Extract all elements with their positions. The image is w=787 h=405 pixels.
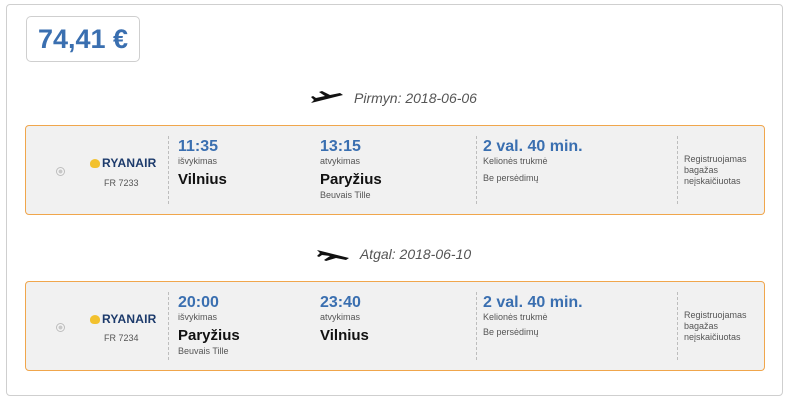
divider — [476, 292, 477, 360]
stops-info: Be persėdimų — [483, 173, 539, 183]
departure-city: Vilnius — [178, 171, 227, 188]
divider — [476, 136, 477, 204]
airline-name: RYANAIR — [102, 312, 157, 326]
inbound-flight-row[interactable]: RYANAIR FR 7234 20:00 išvykimas Paryžius… — [25, 281, 765, 371]
inbound-header: Atgal: 2018-06-10 — [0, 246, 787, 262]
departure-time: 20:00 — [178, 294, 219, 311]
inbound-header-label: Atgal: 2018-06-10 — [359, 246, 472, 262]
arrival-airport: Beuvais Tille — [320, 190, 371, 200]
divider — [168, 136, 169, 204]
departure-label: išvykimas — [178, 156, 218, 166]
price-box: 74,41 € — [26, 16, 140, 62]
baggage-note: Registruojamas bagažas neįskaičiuotas — [684, 310, 747, 342]
outbound-select-radio[interactable] — [56, 167, 65, 176]
plane-arrival-icon — [316, 250, 349, 261]
divider — [677, 136, 678, 204]
departure-label: išvykimas — [178, 312, 218, 322]
ryanair-harp-icon — [90, 158, 100, 168]
duration-label: Kelionės trukmė — [483, 312, 548, 322]
arrival-time: 23:40 — [320, 294, 361, 311]
flight-number: FR 7233 — [104, 178, 139, 188]
duration: 2 val. 40 min. — [483, 138, 583, 155]
arrival-label: atvykimas — [320, 312, 361, 322]
arrival-label: atvykimas — [320, 156, 361, 166]
ryanair-harp-icon — [90, 314, 100, 324]
departure-time: 11:35 — [178, 138, 219, 155]
baggage-note: Registruojamas bagažas neįskaičiuotas — [684, 154, 747, 186]
duration-label: Kelionės trukmė — [483, 156, 548, 166]
inbound-select-radio[interactable] — [56, 323, 65, 332]
flight-number: FR 7234 — [104, 333, 139, 343]
arrival-city: Vilnius — [320, 327, 369, 344]
arrival-time: 13:15 — [320, 138, 361, 155]
departure-city: Paryžius — [178, 327, 240, 344]
airline-name: RYANAIR — [102, 156, 157, 170]
outbound-header-label: Pirmyn: 2018-06-06 — [354, 90, 477, 106]
departure-airport: Beuvais Tille — [178, 346, 229, 356]
plane-departure-icon — [311, 91, 344, 103]
outbound-flight-row[interactable]: RYANAIR FR 7233 11:35 išvykimas Vilnius … — [25, 125, 765, 215]
airline-logo: RYANAIR — [90, 312, 157, 326]
divider — [168, 292, 169, 360]
stops-info: Be persėdimų — [483, 327, 539, 337]
divider — [677, 292, 678, 360]
outbound-header: Pirmyn: 2018-06-06 — [0, 90, 787, 106]
duration: 2 val. 40 min. — [483, 294, 583, 311]
arrival-city: Paryžius — [320, 171, 382, 188]
airline-logo: RYANAIR — [90, 156, 157, 170]
